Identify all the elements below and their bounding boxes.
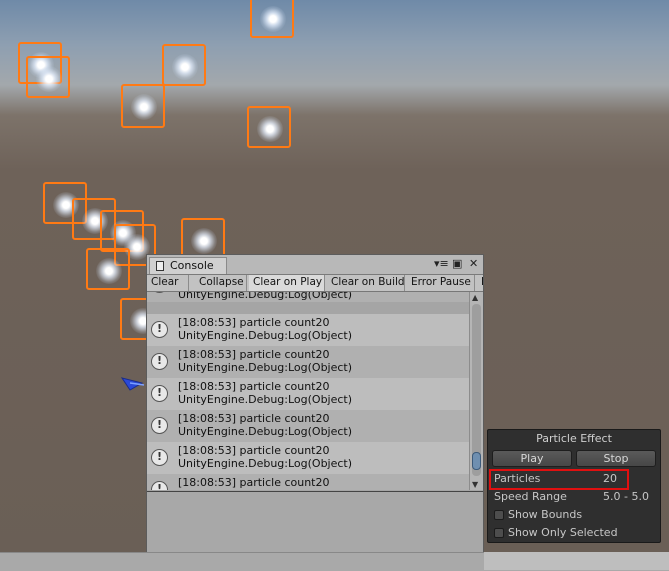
particle[interactable]: [250, 0, 294, 38]
log-message: [18:08:53] particle count20: [178, 380, 330, 393]
clear-on-play-button[interactable]: Clear on Play: [249, 275, 325, 291]
console-tab-label: Console: [170, 259, 214, 272]
show-only-selected-label: Show Only Selected: [508, 526, 618, 539]
console-icon: [156, 261, 164, 271]
info-icon: !: [151, 353, 168, 370]
log-message: [18:08:53] particle count20: [178, 476, 330, 489]
show-bounds-checkbox[interactable]: [494, 510, 504, 520]
log-message: [18:08:53] particle count20: [178, 412, 330, 425]
clear-button[interactable]: Clear: [147, 275, 189, 291]
info-icon: !: [151, 481, 168, 490]
particle[interactable]: [26, 56, 70, 98]
console-window: Console ▾≡ ▣ ✕ Clear Collapse Clear on P…: [146, 254, 484, 570]
log-entry[interactable]: ! [18:08:53] particle count20 UnityEngin…: [147, 292, 469, 302]
log-entry[interactable]: ! [18:08:53] particle count20 UnityEngin…: [147, 378, 469, 410]
info-icon: !: [151, 449, 168, 466]
status-bar-right: [484, 552, 669, 570]
close-icon[interactable]: ✕: [469, 257, 478, 271]
log-stacktrace: UnityEngine.Debug:Log(Object): [178, 457, 353, 470]
log-message: [18:08:53] particle count20: [178, 348, 330, 361]
log-entry[interactable]: ! [18:08:53] particle count20 UnityEngin…: [147, 314, 469, 346]
transform-gizmo-icon[interactable]: [120, 374, 146, 392]
log-stacktrace: UnityEngine.Debug:Log(Object): [178, 393, 353, 406]
console-toolbar: Clear Collapse Clear on Play Clear on Bu…: [147, 275, 483, 292]
log-entry[interactable]: ! [18:08:53] particle count20 UnityEngin…: [147, 346, 469, 378]
info-icon: !: [151, 321, 168, 338]
scroll-up-arrow-icon[interactable]: ▲: [472, 293, 478, 302]
speed-range-value: 5.0 - 5.0: [603, 490, 649, 503]
scroll-track[interactable]: [472, 304, 481, 476]
log-stacktrace: UnityEngine.Debug:Log(Object): [178, 425, 353, 438]
log-message: [18:08:53] particle count20: [178, 316, 330, 329]
info-icon: !: [151, 292, 168, 293]
scroll-thumb[interactable]: [472, 452, 481, 470]
particle-effect-title: Particle Effect: [536, 432, 612, 445]
particles-highlight-box: [489, 469, 629, 490]
console-scrollbar[interactable]: ▲ ▼: [469, 292, 483, 490]
editor-dropdown-button[interactable]: E: [477, 275, 483, 291]
show-only-selected-checkbox[interactable]: [494, 528, 504, 538]
particle[interactable]: [86, 248, 130, 290]
log-message: [18:08:53] particle count20: [178, 444, 330, 457]
info-icon: !: [151, 417, 168, 434]
log-entry[interactable]: ! [18:08:53] particle count20 UnityEngin…: [147, 410, 469, 442]
stop-button[interactable]: Stop: [576, 450, 656, 467]
show-bounds-label: Show Bounds: [508, 508, 583, 521]
particle[interactable]: [247, 106, 291, 148]
particle[interactable]: [121, 84, 165, 128]
play-button[interactable]: Play: [492, 450, 572, 467]
log-stacktrace: UnityEngine.Debug:Log(Object): [178, 329, 353, 342]
particle[interactable]: [162, 44, 206, 86]
log-entry[interactable]: ! [18:08:53] particle count20 UnityEngin…: [147, 442, 469, 474]
clear-on-build-button[interactable]: Clear on Build: [327, 275, 405, 291]
log-stacktrace: UnityEngine.Debug:Log(Object): [178, 292, 353, 301]
speed-range-label: Speed Range: [494, 490, 567, 503]
log-entry[interactable]: ! [18:08:53] particle count20: [147, 474, 469, 490]
info-icon: !: [151, 385, 168, 402]
tab-console[interactable]: Console: [149, 257, 227, 274]
console-titlebar: Console ▾≡ ▣ ✕: [147, 255, 483, 275]
error-pause-button[interactable]: Error Pause: [407, 275, 475, 291]
log-stacktrace: UnityEngine.Debug:Log(Object): [178, 361, 353, 374]
console-log-list[interactable]: ! [18:08:53] particle count20 UnityEngin…: [147, 292, 469, 490]
collapse-button[interactable]: Collapse: [195, 275, 247, 291]
menu-icon[interactable]: ▾≡: [434, 257, 449, 271]
maximize-icon[interactable]: ▣: [452, 257, 462, 271]
scroll-down-arrow-icon[interactable]: ▼: [472, 480, 478, 489]
